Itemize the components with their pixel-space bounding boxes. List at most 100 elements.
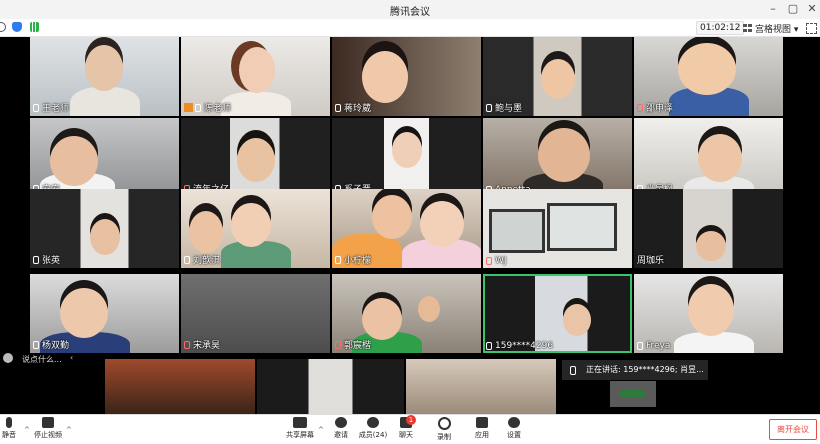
chat-icon: 1 (400, 415, 416, 428)
video-tile[interactable]: 鲍与墨 (483, 37, 632, 116)
participant-name: 郭宸楷 (335, 338, 371, 351)
apps-icon (476, 417, 488, 428)
participant-name: 蒋玲葳 (335, 101, 371, 114)
mic-icon (486, 342, 492, 350)
participant-face (538, 128, 590, 182)
participant-face (688, 284, 734, 336)
members-button[interactable]: 成员(24) (358, 417, 388, 440)
participant-face (90, 219, 120, 255)
video-tile-active-speaker[interactable]: 159****4296 (483, 274, 632, 353)
participant-name: 宋承昊 (184, 338, 220, 351)
video-tile[interactable]: 宋承昊 (181, 274, 330, 353)
participant-face (372, 195, 412, 239)
video-tile[interactable]: 邵申泽 (634, 37, 783, 116)
minimize-icon[interactable]: – (764, 2, 782, 15)
chat-button[interactable]: 1 聊天 (396, 415, 416, 440)
participant-face (237, 138, 275, 182)
participant-face (698, 134, 742, 182)
participant-name: 陈老师 (184, 101, 231, 114)
participant-face (678, 43, 736, 95)
video-tile[interactable]: Freya (634, 274, 783, 353)
record-label: 录制 (437, 433, 451, 441)
participant-face (420, 201, 464, 247)
video-tile[interactable]: 小柠檬 (332, 189, 481, 268)
mic-icon (637, 342, 643, 350)
participant-face (392, 132, 422, 168)
settings-label: 设置 (507, 431, 521, 439)
mic-muted-icon (637, 103, 643, 112)
maximize-icon[interactable]: ▢ (784, 2, 802, 15)
video-tile[interactable]: 刘歆淇 (181, 189, 330, 268)
video-tile[interactable]: 肖昱枫 (634, 118, 783, 197)
video-grid: 王老师 陈老师 蒋玲葳 鲍与墨 邵申泽 安安 流年之亿 奚子晋 Annetta (30, 37, 783, 359)
participant-face (189, 211, 223, 253)
video-tile[interactable]: 流年之亿 (181, 118, 330, 197)
video-tile[interactable]: 陈老师 (181, 37, 330, 116)
mic-icon (570, 366, 576, 375)
participant-name: 鲍与墨 (486, 101, 522, 114)
chevron-up-icon[interactable]: ^ (24, 426, 30, 434)
info-icon[interactable] (0, 22, 6, 32)
meeting-toolbar: 静音 ^ 停止视频 ^ 共享屏幕 ^ 邀请 成员(24) 1 聊天 录制 应用 … (0, 414, 820, 444)
video-tile[interactable]: WJ (483, 189, 632, 268)
mic-icon (33, 340, 39, 349)
meeting-topbar: 01:02:12 宫格视图 ▾ (0, 19, 820, 37)
speaking-text: 正在讲话: 159****4296; 肖昱... (586, 365, 704, 374)
settings-button[interactable]: 设置 (504, 417, 524, 440)
leave-meeting-button[interactable]: 离开会议 (769, 419, 817, 440)
meeting-timer: 01:02:12 (696, 21, 745, 35)
participant-face (541, 59, 575, 99)
mic-icon (486, 103, 492, 112)
share-screen-button[interactable]: 共享屏幕 (284, 417, 316, 440)
mute-button[interactable]: 静音 (0, 417, 18, 440)
mic-icon (184, 255, 190, 264)
grid-view-icon[interactable] (743, 24, 752, 32)
speaker-thumbnail[interactable] (610, 381, 656, 407)
record-icon (437, 417, 451, 430)
speaker-video-preview (620, 390, 646, 398)
video-tile[interactable]: Annetta (483, 118, 632, 197)
mic-muted-icon (486, 257, 492, 265)
video-tile[interactable] (406, 359, 556, 414)
apps-label: 应用 (475, 431, 489, 439)
video-tile[interactable] (105, 359, 255, 414)
participant-name: WJ (486, 256, 507, 266)
chevron-up-icon[interactable]: ^ (66, 426, 72, 434)
title-bar: 腾讯会议 – ▢ ✕ (0, 0, 820, 20)
view-mode-selector[interactable]: 宫格视图 ▾ (755, 22, 798, 35)
host-icon (184, 103, 193, 112)
video-tile[interactable]: 蒋玲葳 (332, 37, 481, 116)
video-tile[interactable]: 奚子晋 (332, 118, 481, 197)
members-label: 成员(24) (358, 431, 388, 439)
participant-face (362, 51, 408, 103)
video-tile[interactable]: 王老师 (30, 37, 179, 116)
participant-face (239, 47, 275, 93)
video-tile[interactable]: 杨双勤 (30, 274, 179, 353)
participant-face (50, 136, 98, 186)
participant-name: 刘歆淇 (184, 253, 220, 266)
signal-icon[interactable] (30, 22, 39, 32)
window-title: 腾讯会议 (390, 7, 430, 18)
chevron-up-icon[interactable]: ^ (318, 426, 324, 434)
camera-icon (42, 417, 54, 428)
video-tile[interactable]: 安安 (30, 118, 179, 197)
invite-person-icon (335, 417, 347, 428)
stop-video-button[interactable]: 停止视频 (32, 417, 64, 440)
participant-name: 周珈乐 (637, 256, 665, 266)
participant-name: Freya (637, 341, 670, 351)
close-icon[interactable]: ✕ (803, 2, 820, 15)
apps-button[interactable]: 应用 (472, 417, 492, 440)
shield-icon[interactable] (12, 22, 22, 32)
participant-video (221, 92, 291, 116)
fullscreen-icon[interactable] (806, 23, 817, 34)
video-tile[interactable]: 周珈乐 (634, 189, 783, 268)
participant-face (563, 304, 591, 336)
record-button[interactable]: 录制 (434, 417, 454, 442)
video-tile[interactable] (257, 359, 404, 414)
speaking-indicator: 正在讲话: 159****4296; 肖昱... (562, 360, 708, 380)
invite-button[interactable]: 邀请 (331, 417, 351, 440)
invite-label: 邀请 (334, 431, 348, 439)
video-tile[interactable]: 郭宸楷 (332, 274, 481, 353)
video-tile[interactable]: 张英 (30, 189, 179, 268)
chat-label: 聊天 (399, 431, 413, 439)
